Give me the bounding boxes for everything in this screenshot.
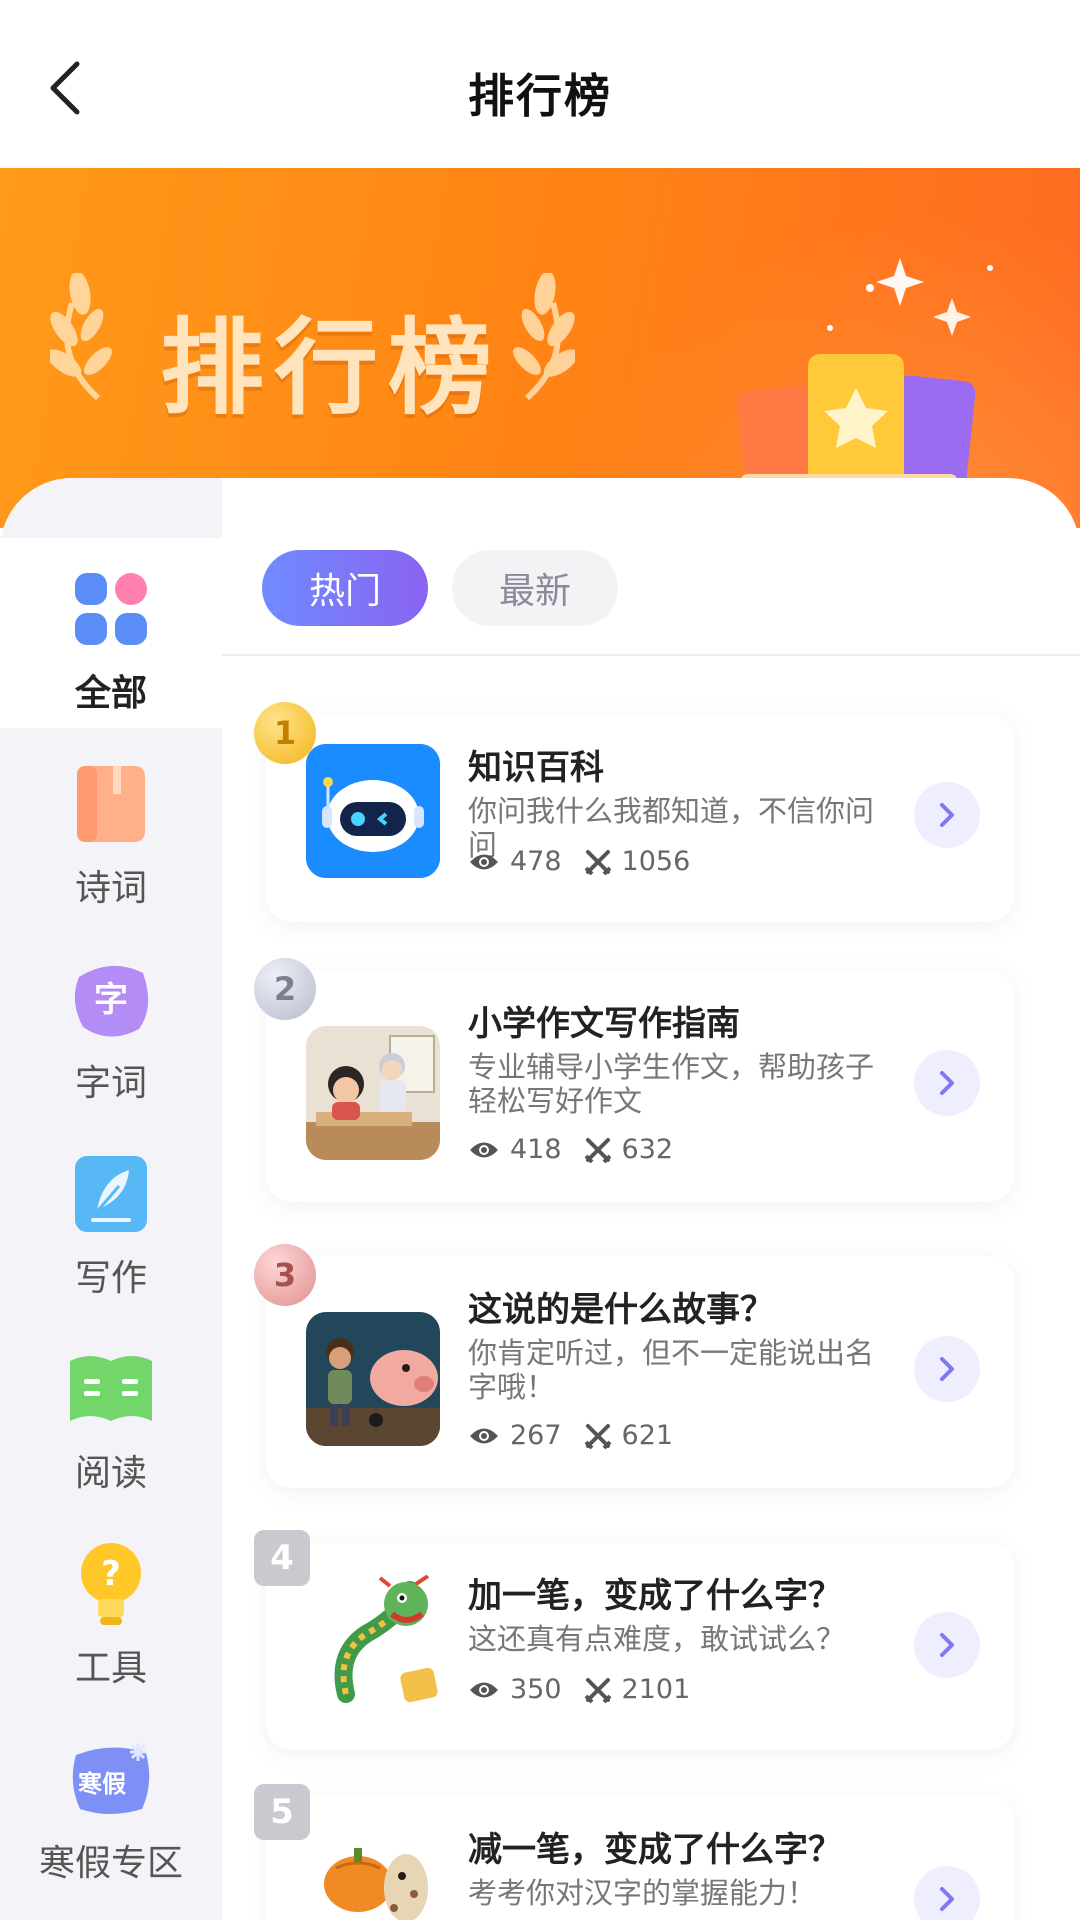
winter-badge-text: 寒假 — [78, 1770, 126, 1798]
crossed-swords-icon — [584, 1677, 611, 1703]
view-count: 418 — [510, 1134, 562, 1165]
sidebar-item-label: 工具 — [74, 1648, 147, 1689]
list-item[interactable]: 4 加一笔，变成了什么字？ 这还真有点难度，敢试试么？ 350 2101 — [254, 1530, 1014, 1750]
item-title: 这说的是什么故事？ — [468, 1290, 774, 1330]
winter-badge-icon: 寒假 — [66, 1734, 156, 1824]
laurel-right-icon — [513, 273, 575, 401]
item-stats: 350 2101 — [468, 1674, 712, 1705]
sidebar-item-winter[interactable]: 寒假 寒假专区 — [0, 1708, 222, 1898]
chevron-right-icon — [940, 1357, 954, 1381]
view-count: 350 — [510, 1674, 562, 1705]
rank-number: 4 — [254, 1530, 310, 1586]
item-stats: 267 621 — [468, 1420, 695, 1451]
eye-icon — [470, 1682, 498, 1697]
banner-title: 排行榜 — [160, 307, 503, 429]
rank-number: 5 — [254, 1784, 310, 1840]
eye-icon — [470, 1142, 498, 1157]
open-item-button[interactable] — [914, 1050, 980, 1116]
battle-count: 1056 — [621, 846, 691, 877]
robot-image — [306, 744, 440, 878]
view-count: 267 — [510, 1420, 562, 1451]
item-description: 你肯定听过，但不一定能说出名字哦！ — [468, 1336, 875, 1404]
item-description: 这还真有点难度，敢试试么？ — [468, 1622, 846, 1656]
rank-medal-bronze: 3 — [254, 1244, 316, 1306]
page-title: 排行榜 — [468, 69, 612, 123]
open-item-button[interactable] — [914, 782, 980, 848]
battle-count: 2101 — [621, 1674, 691, 1705]
sidebar-item-label: 全部 — [74, 673, 147, 714]
chevron-right-icon — [940, 803, 954, 827]
laurel-left-icon — [50, 273, 112, 401]
content-panel: 全部 诗词 字 字词 写作 阅读 ? 工具 寒假 寒假专区 热门 最新 1 知识… — [0, 478, 1080, 1920]
item-stats: 418 632 — [468, 1134, 695, 1165]
crossed-swords-icon — [584, 1423, 611, 1449]
dragon-image — [306, 1574, 440, 1708]
item-title: 加一笔，变成了什么字？ — [468, 1576, 842, 1616]
chevron-right-icon — [940, 1071, 954, 1095]
category-sidebar: 全部 诗词 字 字词 写作 阅读 ? 工具 寒假 寒假专区 — [0, 478, 222, 1920]
sidebar-item-label: 阅读 — [74, 1453, 147, 1494]
grid-icon — [66, 564, 156, 654]
svg-text:?: ? — [101, 1554, 121, 1594]
list-item[interactable]: 1 知识百科 你问我什么我都知道，不信你问问 478 1056 — [254, 702, 1014, 922]
book-icon — [66, 759, 156, 849]
character-icon: 字 — [66, 954, 156, 1044]
sidebar-item-reading[interactable]: 阅读 — [0, 1318, 222, 1508]
chevron-right-icon — [940, 1633, 954, 1657]
sidebar-item-label: 写作 — [74, 1258, 147, 1299]
sidebar-item-label: 寒假专区 — [38, 1843, 183, 1884]
open-item-button[interactable] — [914, 1336, 980, 1402]
trophy-cards-icon — [737, 258, 993, 508]
boy-pig-image — [306, 1312, 440, 1446]
item-title: 减一笔，变成了什么字？ — [468, 1830, 842, 1870]
top-bar: 排行榜 — [0, 0, 1080, 168]
list-item[interactable]: 2 小学作文写作指南 专业辅导小学生作文，帮助孩子轻松写好作文 418 632 — [254, 958, 1014, 1202]
battle-count: 621 — [621, 1420, 674, 1451]
sidebar-item-label: 字词 — [74, 1063, 147, 1104]
sidebar-item-all[interactable]: 全部 — [0, 538, 222, 728]
tab-latest[interactable]: 最新 — [452, 550, 618, 626]
crossed-swords-icon — [584, 849, 611, 875]
divider — [222, 654, 1080, 656]
eye-icon — [470, 854, 498, 869]
open-book-icon — [66, 1344, 156, 1434]
tab-hot[interactable]: 热门 — [262, 550, 428, 626]
open-item-button[interactable] — [914, 1866, 980, 1920]
eye-icon — [470, 1428, 498, 1443]
list-item[interactable]: 5 减一笔，变成了什么字？ 考考你对汉字的掌握能力！ — [254, 1784, 1014, 1920]
item-title: 小学作文写作指南 — [468, 1004, 740, 1044]
chevron-right-icon — [940, 1887, 954, 1911]
rank-medal-gold: 1 — [254, 702, 316, 764]
battle-count: 632 — [621, 1134, 674, 1165]
item-stats: 478 1056 — [468, 846, 712, 877]
pumpkin-horse-image — [306, 1828, 440, 1920]
sidebar-item-writing[interactable]: 写作 — [0, 1123, 222, 1313]
item-description: 专业辅导小学生作文，帮助孩子轻松写好作文 — [468, 1050, 875, 1118]
svg-text:字: 字 — [94, 980, 128, 1020]
sidebar-item-poetry[interactable]: 诗词 — [0, 733, 222, 923]
item-description: 考考你对汉字的掌握能力！ — [468, 1876, 817, 1910]
sidebar-item-label: 诗词 — [74, 868, 147, 909]
ranking-banner: 排行榜 — [0, 168, 1080, 528]
sidebar-item-words[interactable]: 字 字词 — [0, 928, 222, 1118]
classroom-image — [306, 1026, 440, 1160]
feather-icon — [66, 1149, 156, 1239]
open-item-button[interactable] — [914, 1612, 980, 1678]
item-title: 知识百科 — [468, 748, 604, 788]
rank-medal-silver: 2 — [254, 958, 316, 1020]
sidebar-item-tools[interactable]: ? 工具 — [0, 1513, 222, 1703]
sort-tabs: 热门 最新 — [262, 550, 618, 626]
view-count: 478 — [510, 846, 562, 877]
crossed-swords-icon — [584, 1137, 611, 1163]
lightbulb-icon: ? — [66, 1539, 156, 1629]
list-item[interactable]: 3 这说的是什么故事？ 你肯定听过，但不一定能说出名字哦！ 267 621 — [254, 1244, 1014, 1488]
